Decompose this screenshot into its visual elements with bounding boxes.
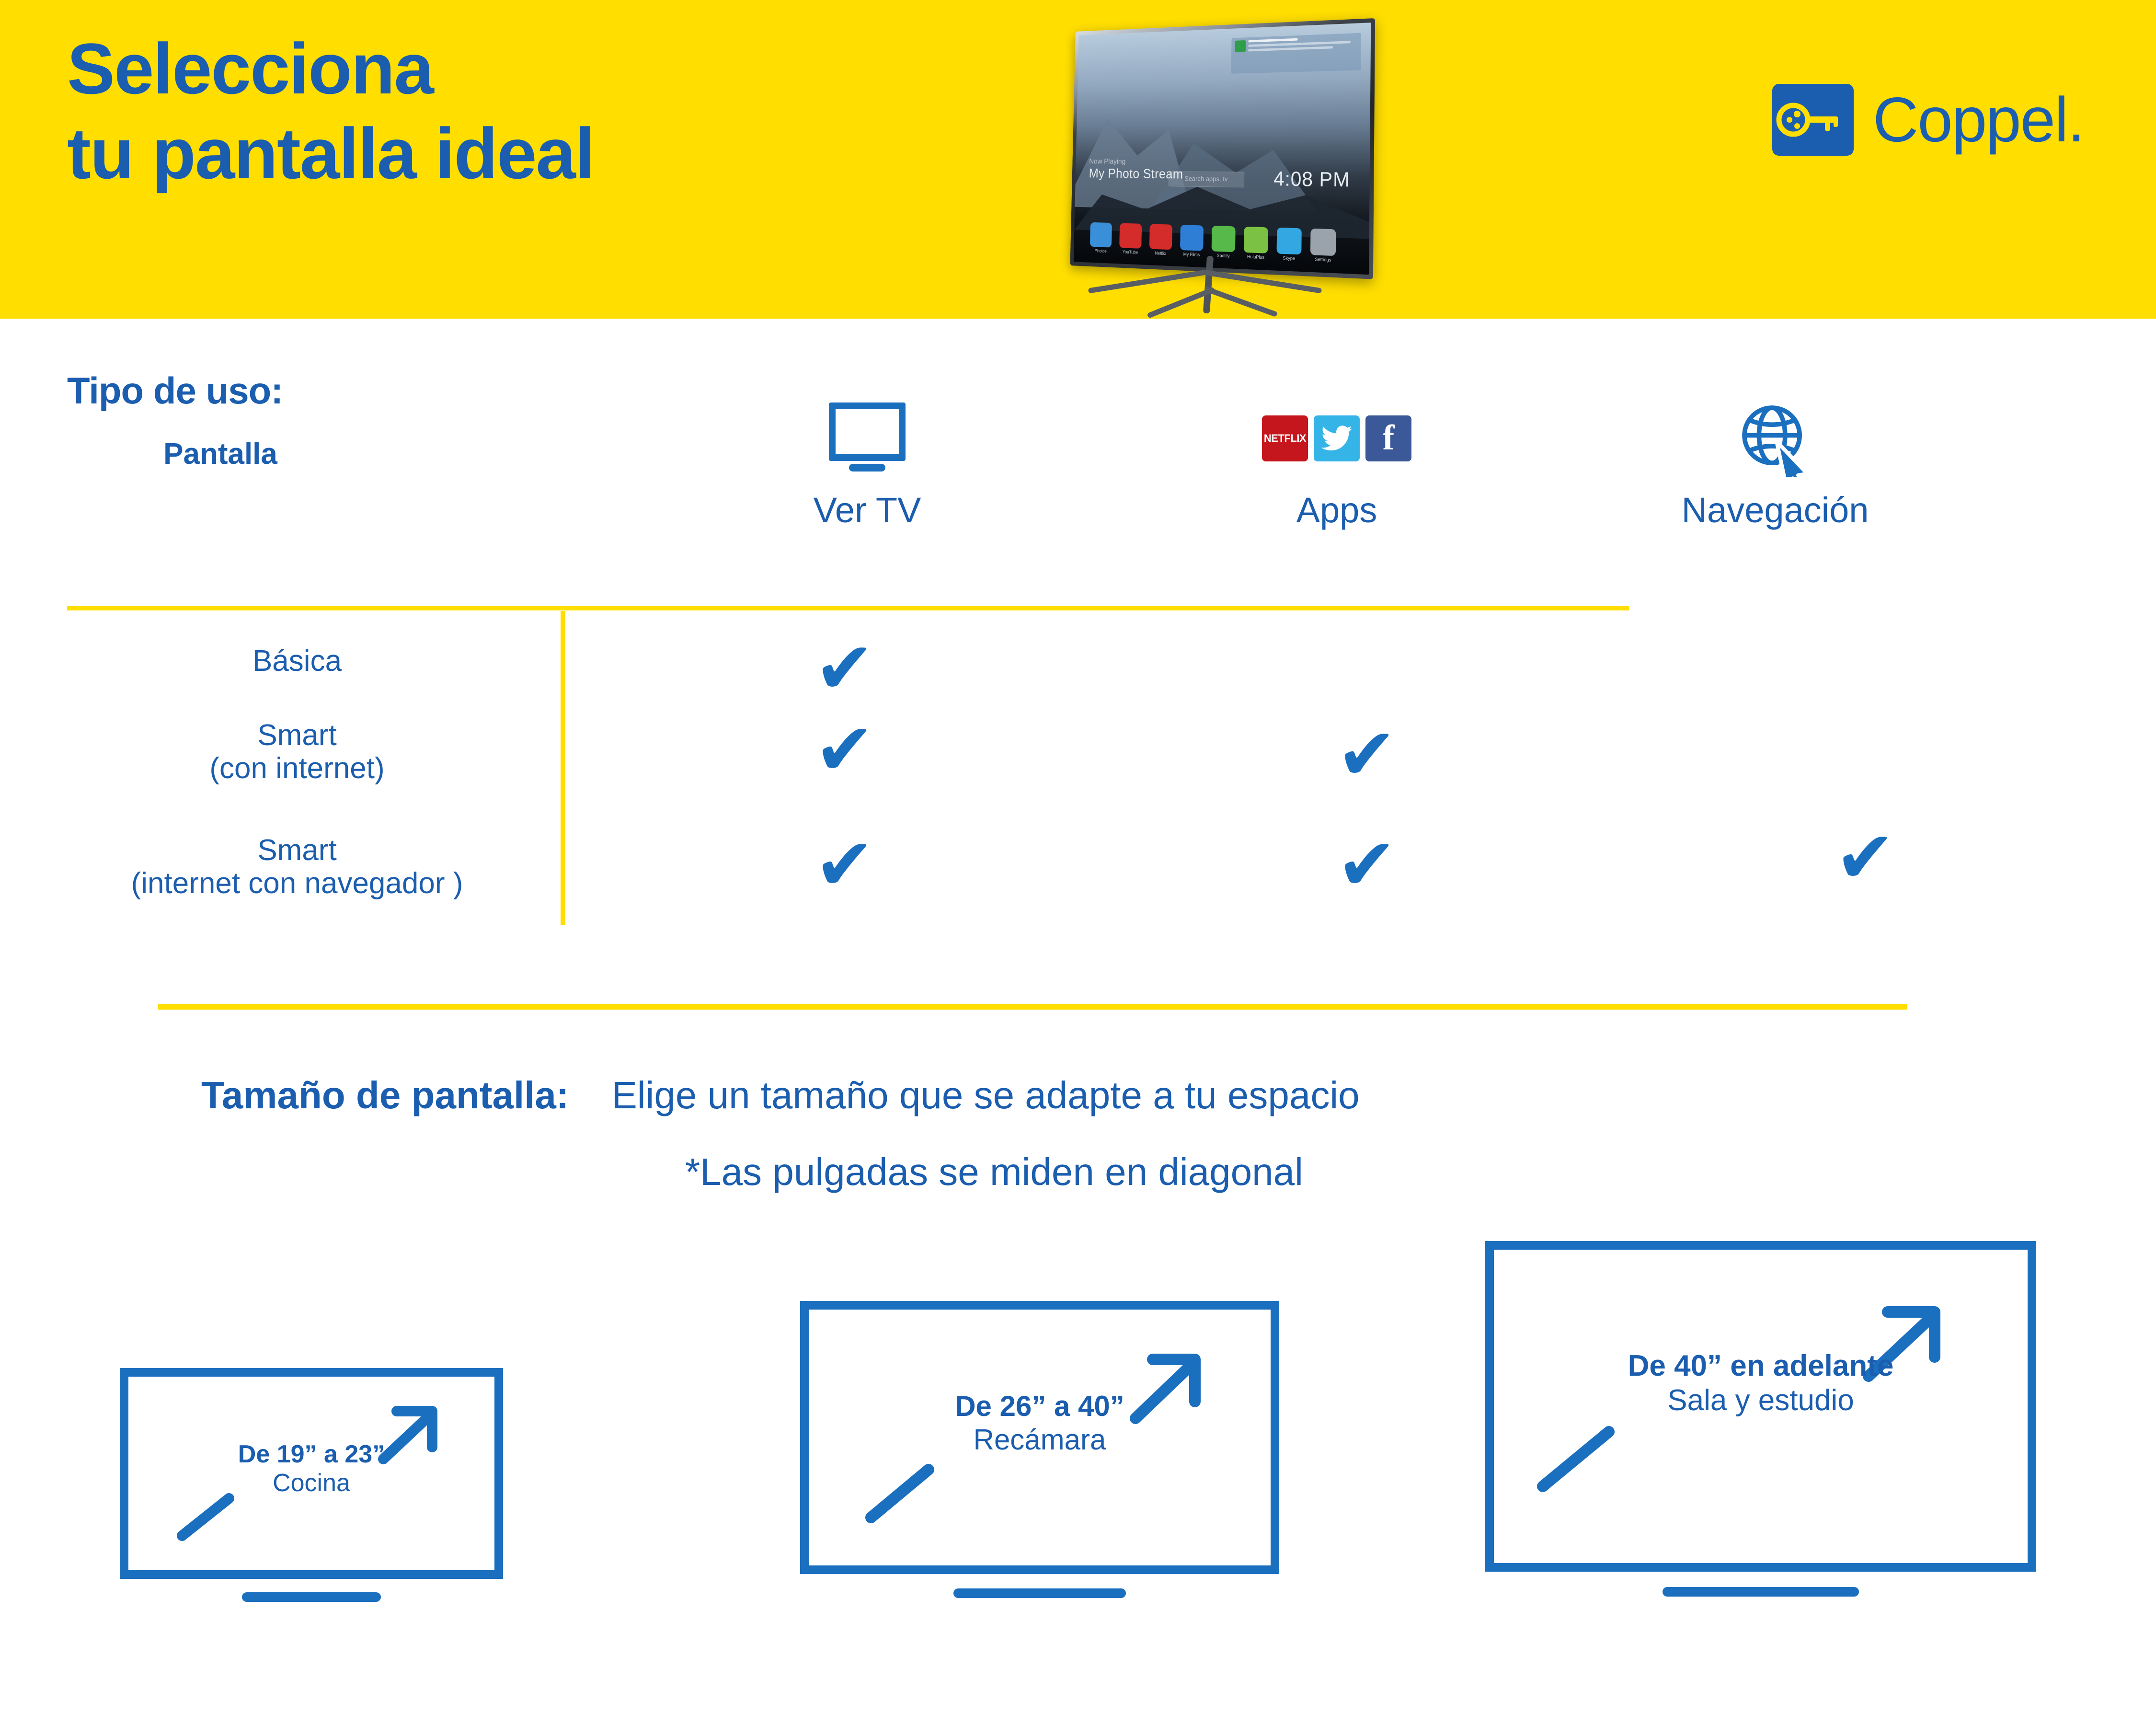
- tv-app-tile: Spotify: [1211, 225, 1236, 259]
- row-label-line1: Smart: [257, 719, 337, 752]
- column-label-apps: Apps: [1296, 490, 1377, 530]
- page-title-line1: Selecciona: [67, 28, 434, 109]
- tv-app-tile: Netflix: [1149, 224, 1173, 256]
- table-row: Smart (con internet): [43, 719, 551, 785]
- tv-search-box: Search apps, tv: [1168, 171, 1245, 188]
- tv-stand-bar-small: [242, 1592, 381, 1602]
- size-box-large: De 40” en adelante Sala y estudio: [1485, 1241, 2036, 1620]
- tv-stand-bar-large: [1663, 1587, 1859, 1597]
- tv-app-tile: YouTube: [1119, 223, 1142, 255]
- coppel-wordmark: Coppel.: [1873, 84, 2085, 155]
- size-box-text-large: De 40” en adelante Sala y estudio: [1485, 1349, 2036, 1418]
- size-label: De 40” en adelante: [1628, 1349, 1894, 1382]
- size-heading-strong: Tamaño de pantalla:: [201, 1074, 569, 1116]
- check-smartnav-navegacion: ✔: [1835, 816, 1895, 899]
- room-label: Cocina: [273, 1469, 350, 1497]
- table-vertical-divider: [561, 611, 565, 925]
- globe-cursor-icon: [1586, 393, 1964, 484]
- tv-app-tile: Photos: [1089, 222, 1112, 254]
- infographic-page: Selecciona tu pantalla ideal Now Playing…: [0, 0, 2156, 1725]
- facebook-logo: f: [1365, 415, 1411, 461]
- tv-app-tile: HuluPlus: [1243, 226, 1269, 260]
- page-title-line2: tu pantalla ideal: [67, 113, 595, 194]
- smart-tv-photo: Now Playing My Photo Stream Search apps,…: [1021, 7, 1385, 323]
- check-smartnav-apps: ✔: [1337, 823, 1397, 907]
- check-smartnav-vertv: ✔: [814, 823, 875, 907]
- tv-notification-card: [1231, 33, 1361, 74]
- table-top-divider: [67, 606, 1629, 610]
- tv-now-playing-label: Now Playing: [1089, 157, 1126, 166]
- room-label: Sala y estudio: [1667, 1383, 1854, 1417]
- tv-clock: 4:08 PM: [1273, 167, 1351, 192]
- row-label-line1: Básica: [252, 644, 342, 678]
- tv-stand-bar-medium: [953, 1588, 1126, 1598]
- size-heading-rest: Elige un tamaño que se adapte a tu espac…: [611, 1074, 1360, 1116]
- column-header-pantalla: Pantalla: [72, 431, 369, 471]
- tv-bezel: Now Playing My Photo Stream Search apps,…: [1070, 18, 1376, 279]
- column-header-vertv: Ver TV: [719, 393, 1016, 530]
- size-box-text-small: De 19” a 23” Cocina: [120, 1440, 503, 1498]
- row-label-line1: Smart: [257, 834, 337, 867]
- size-label: De 26” a 40”: [955, 1390, 1124, 1422]
- row-label-line2: (con internet): [209, 752, 385, 785]
- notification-app-icon: [1235, 40, 1246, 53]
- table-row: Smart (internet con navegador ): [43, 834, 551, 900]
- column-header-navegacion: Navegación: [1586, 393, 1964, 530]
- header-banner: Selecciona tu pantalla ideal Now Playing…: [0, 0, 2156, 319]
- netflix-logo: NETFLIX: [1262, 415, 1308, 461]
- usage-section-heading: Tipo de uso:: [67, 369, 283, 412]
- notification-text-lines: [1248, 36, 1357, 70]
- table-row: Básica: [43, 644, 551, 678]
- size-box-text-medium: De 26” a 40” Recámara: [800, 1390, 1279, 1456]
- room-label: Recámara: [973, 1423, 1106, 1456]
- app-logos-icon: NETFLIX f: [1188, 393, 1485, 484]
- tv-screen: Now Playing My Photo Stream Search apps,…: [1073, 23, 1371, 275]
- column-label-vertv: Ver TV: [813, 490, 921, 530]
- page-title: Selecciona tu pantalla ideal: [67, 26, 595, 196]
- tv-stand: [1088, 255, 1322, 323]
- size-section-note: *Las pulgadas se miden en diagonal: [685, 1150, 1303, 1193]
- key-icon: [1772, 84, 1854, 156]
- check-smart-apps: ✔: [1337, 713, 1397, 796]
- check-smart-vertv: ✔: [814, 708, 875, 792]
- size-box-small: De 19” a 23” Cocina: [120, 1368, 503, 1617]
- tv-monitor-icon: [719, 393, 1016, 484]
- column-label-pantalla: Pantalla: [163, 437, 277, 471]
- tv-app-tile: My Films: [1180, 225, 1204, 258]
- coppel-logo[interactable]: Coppel.: [1772, 84, 2085, 156]
- column-label-navegacion: Navegación: [1681, 490, 1869, 530]
- twitter-logo: [1314, 415, 1360, 461]
- check-basica-vertv: ✔: [814, 627, 875, 710]
- size-label: De 19” a 23”: [238, 1440, 385, 1468]
- tv-app-tile: Settings: [1310, 228, 1336, 263]
- section-divider: [158, 1004, 1907, 1010]
- column-header-apps: NETFLIX f Apps: [1188, 393, 1485, 530]
- row-label-line2: (internet con navegador ): [131, 867, 463, 900]
- size-section-heading: Tamaño de pantalla: Elige un tamaño que …: [201, 1073, 1360, 1117]
- size-box-medium: De 26” a 40” Recámara: [800, 1301, 1279, 1617]
